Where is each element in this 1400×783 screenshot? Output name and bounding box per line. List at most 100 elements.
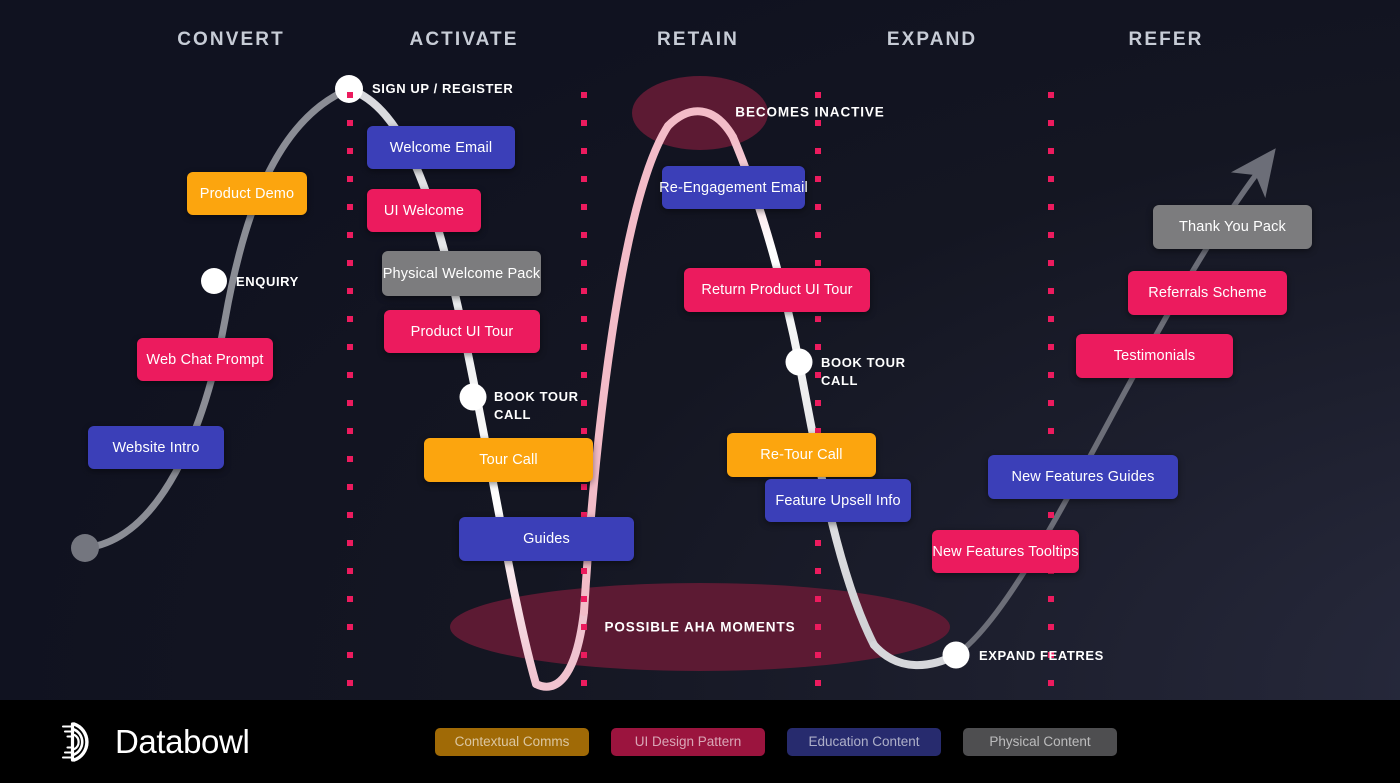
- journey-card-guides[interactable]: Guides: [459, 517, 634, 561]
- divider-dot-0: [347, 596, 353, 602]
- journey-card-new-features-guides[interactable]: New Features Guides: [988, 455, 1178, 499]
- divider-dot-0: [347, 624, 353, 630]
- journey-card-product-ui-tour[interactable]: Product UI Tour: [384, 310, 540, 353]
- divider-dot-1: [581, 204, 587, 210]
- divider-dot-1: [581, 400, 587, 406]
- node-journey-start[interactable]: [71, 534, 99, 562]
- journey-card-web-chat-prompt[interactable]: Web Chat Prompt: [137, 338, 273, 381]
- journey-card-physical-welcome-pack[interactable]: Physical Welcome Pack: [382, 251, 541, 296]
- divider-dot-2: [815, 652, 821, 658]
- journey-card-label: Website Intro: [112, 439, 200, 456]
- milestone-label-enquiry: ENQUIRY: [236, 274, 299, 289]
- journey-card-label: Welcome Email: [389, 139, 493, 156]
- legend-chip-contextual-comms[interactable]: Contextual Comms: [435, 727, 589, 756]
- divider-dot-3: [1048, 512, 1054, 518]
- divider-dot-3: [1048, 288, 1054, 294]
- journey-card-testimonials[interactable]: Testimonials: [1076, 334, 1233, 378]
- journey-card-label: Feature Upsell Info: [775, 492, 901, 509]
- journey-card-label: Return Product UI Tour: [701, 282, 853, 298]
- divider-dot-1: [581, 596, 587, 602]
- stage-label-activate: ACTIVATE: [409, 29, 519, 50]
- databowl-mark-icon: [61, 721, 89, 762]
- journey-card-tour-call[interactable]: Tour Call: [424, 438, 593, 482]
- divider-dot-1: [581, 344, 587, 350]
- divider-dot-3: [1048, 372, 1054, 378]
- divider-dot-0: [347, 540, 353, 546]
- divider-dot-3: [1048, 400, 1054, 406]
- node-expand-features[interactable]: [942, 641, 970, 669]
- node-enquiry[interactable]: [201, 268, 227, 294]
- divider-dot-3: [1048, 316, 1054, 322]
- journey-card-ui-welcome[interactable]: UI Welcome: [367, 189, 481, 232]
- divider-dot-2: [815, 344, 821, 350]
- divider-dot-0: [347, 232, 353, 238]
- journey-card-feature-upsell-info[interactable]: Feature Upsell Info: [765, 479, 911, 522]
- milestone-label-expand-features: EXPAND FEATRES: [979, 648, 1104, 663]
- divider-dot-0: [347, 428, 353, 434]
- divider-dot-0: [347, 260, 353, 266]
- divider-dot-1: [581, 372, 587, 378]
- legend-chip-label: Education Content: [808, 734, 920, 749]
- journey-card-re-engagement-email[interactable]: Re-Engagement Email: [659, 166, 808, 209]
- journey-card-label: Re-Engagement Email: [659, 179, 808, 196]
- journey-card-label: Product Demo: [199, 185, 295, 202]
- databowl-wordmark: Databowl: [115, 722, 250, 760]
- divider-dot-2: [815, 568, 821, 574]
- curve-retain-fall: [729, 133, 878, 649]
- journey-graphics-layer: [71, 75, 1276, 691]
- divider-dot-1: [581, 568, 587, 574]
- journey-card-welcome-email[interactable]: Welcome Email: [367, 126, 515, 169]
- legend-chip-education-content[interactable]: Education Content: [787, 727, 941, 756]
- divider-dot-1: [581, 316, 587, 322]
- curve-activate: [345, 85, 540, 688]
- footer-bar: Databowl Contextual Comms UI Design Patte…: [0, 700, 1400, 783]
- stage-label-retain: RETAIN: [657, 29, 739, 50]
- divider-dot-2: [815, 540, 821, 546]
- divider-dot-0: [347, 400, 353, 406]
- divider-dot-3: [1048, 92, 1054, 98]
- legend-chip-ui-design-pattern[interactable]: UI Design Pattern: [611, 727, 765, 756]
- divider-dot-3: [1048, 148, 1054, 154]
- journey-card-label: Re-Tour Call: [760, 447, 843, 463]
- divider-dot-1: [581, 428, 587, 434]
- journey-card-return-product-ui-tour[interactable]: Return Product UI Tour: [684, 268, 870, 312]
- divider-dot-0: [347, 680, 353, 686]
- divider-dot-1: [581, 92, 587, 98]
- divider-dot-1: [581, 288, 587, 294]
- journey-card-website-intro[interactable]: Website Intro: [88, 426, 224, 469]
- journey-card-referrals-scheme[interactable]: Referrals Scheme: [1128, 271, 1287, 315]
- divider-dot-0: [347, 148, 353, 154]
- journey-card-label: Thank You Pack: [1179, 219, 1286, 235]
- zone-label-becomes-inactive: BECOMES INACTIVE: [735, 104, 885, 120]
- journey-card-thank-you-pack[interactable]: Thank You Pack: [1153, 205, 1312, 249]
- divider-dot-2: [815, 120, 821, 126]
- divider-dot-2: [815, 148, 821, 154]
- divider-dot-1: [581, 176, 587, 182]
- journey-card-new-features-tooltips[interactable]: New Features Tooltips: [932, 530, 1079, 573]
- journey-card-label: Physical Welcome Pack: [382, 265, 541, 282]
- node-book-tour-call-activate[interactable]: [459, 383, 487, 411]
- stage-label-expand: EXPAND: [886, 29, 978, 50]
- divider-dot-1: [581, 484, 587, 490]
- journey-card-label: Referrals Scheme: [1148, 285, 1267, 301]
- divider-dot-0: [347, 512, 353, 518]
- divider-dot-3: [1048, 624, 1054, 630]
- divider-dot-3: [1048, 428, 1054, 434]
- journey-card-product-demo[interactable]: Product Demo: [187, 172, 307, 215]
- node-sign-up[interactable]: [335, 75, 363, 103]
- journey-map-canvas: CONVERT ACTIVATE RETAIN EXPAND REFER BECOMES…: [0, 0, 1400, 783]
- journey-card-re-tour-call[interactable]: Re-Tour Call: [727, 433, 876, 477]
- milestone-label-sign-up: SIGN UP / REGISTER: [372, 81, 514, 96]
- divider-dot-0: [347, 288, 353, 294]
- divider-dot-2: [815, 92, 821, 98]
- divider-dot-3: [1048, 680, 1054, 686]
- divider-dot-0: [347, 92, 353, 98]
- node-book-tour-call-retain[interactable]: [785, 348, 813, 376]
- journey-card-label: Web Chat Prompt: [146, 351, 264, 368]
- legend-chip-physical-content[interactable]: Physical Content: [963, 727, 1117, 756]
- divider-dot-2: [815, 232, 821, 238]
- divider-dot-1: [581, 680, 587, 686]
- journey-card-label: Tour Call: [479, 452, 538, 468]
- databowl-logo[interactable]: Databowl: [60, 718, 250, 766]
- divider-dot-0: [347, 120, 353, 126]
